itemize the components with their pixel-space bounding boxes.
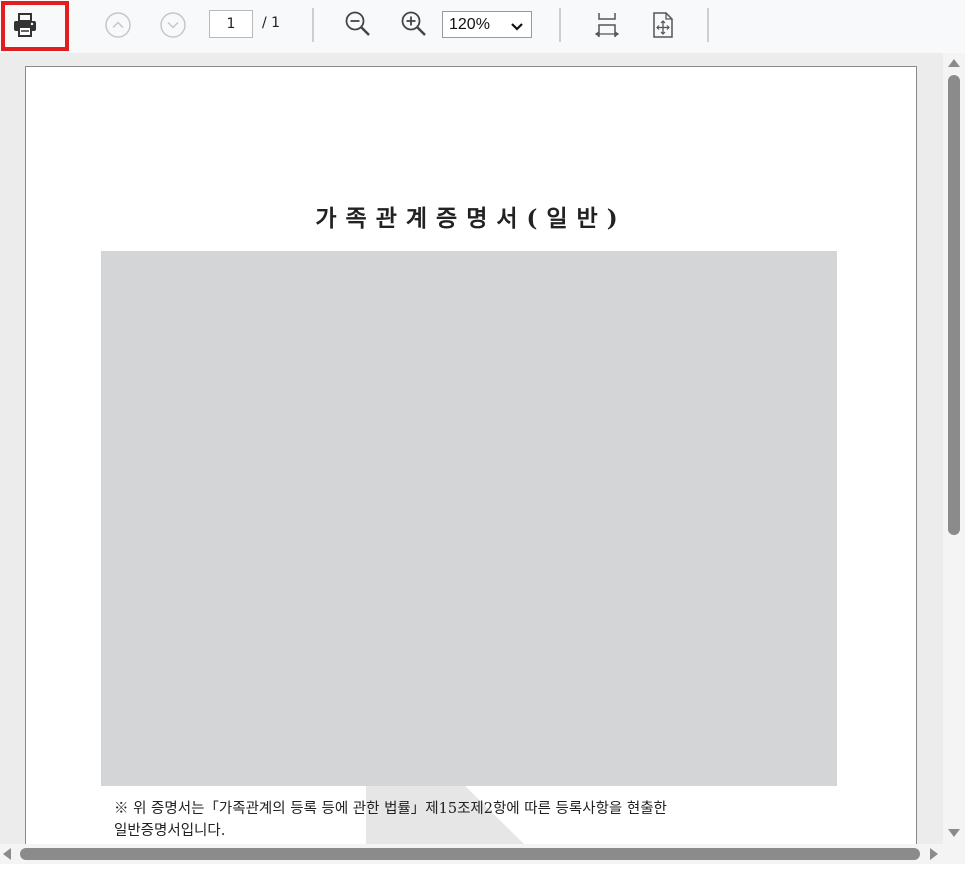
zoom-in-icon[interactable] [399, 9, 429, 39]
scrollbar-corner [943, 844, 965, 864]
fit-page-icon[interactable] [649, 10, 677, 40]
zoom-out-icon[interactable] [343, 9, 373, 39]
redacted-content-area [101, 251, 837, 786]
page-count-label: / 1 [262, 15, 281, 31]
scroll-right-icon[interactable] [930, 848, 938, 860]
footnote-line: 일반증명서입니다. [114, 823, 226, 839]
fit-width-icon[interactable] [593, 10, 621, 40]
document-footnote: ※ 위 증명서는「가족관계의 등록 등에 관한 법률」제15조제2항에 따른 등… [114, 798, 834, 842]
document-title: 가족관계증명서(일반) [315, 205, 627, 232]
toolbar-divider [559, 8, 561, 42]
zoom-level-select[interactable]: 120% [442, 11, 532, 38]
zoom-level-value: 120% [449, 15, 490, 33]
scroll-down-icon[interactable] [948, 829, 960, 837]
toolbar-divider [312, 8, 314, 42]
next-page-icon[interactable] [159, 11, 187, 39]
scroll-up-icon[interactable] [948, 59, 960, 67]
print-icon[interactable] [11, 11, 39, 39]
document-page: 가족관계증명서(일반) ※ 위 증명서는「가족관계의 등록 등에 관한 법률」제… [25, 66, 917, 844]
pdf-toolbar: / 1 120% [0, 0, 965, 53]
document-viewport: 가족관계증명서(일반) ※ 위 증명서는「가족관계의 등록 등에 관한 법률」제… [0, 53, 943, 844]
vertical-scroll-thumb[interactable] [948, 75, 960, 535]
previous-page-icon[interactable] [104, 11, 132, 39]
footnote-line: ※ 위 증명서는「가족관계의 등록 등에 관한 법률」제15조제2항에 따른 등… [114, 801, 667, 817]
chevron-down-icon [510, 19, 524, 37]
horizontal-scroll-thumb[interactable] [20, 848, 920, 860]
page-number-input[interactable] [209, 10, 253, 38]
toolbar-divider [707, 8, 709, 42]
scroll-left-icon[interactable] [3, 848, 11, 860]
